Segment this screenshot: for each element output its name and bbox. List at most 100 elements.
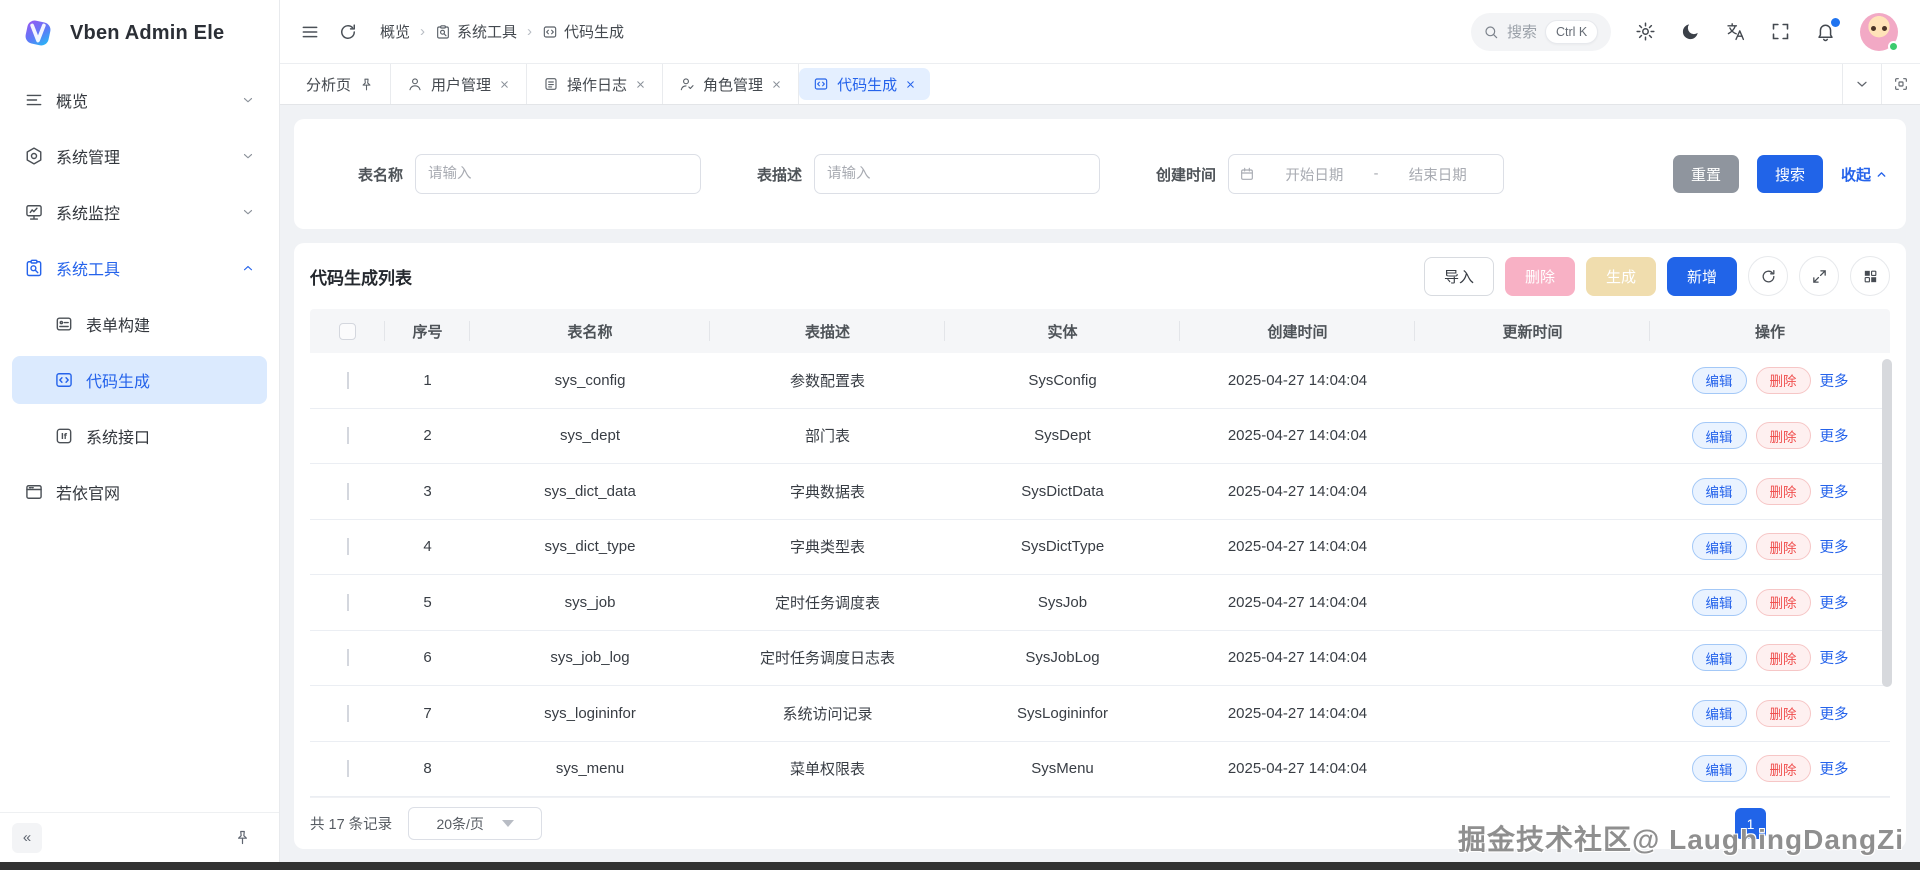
pin-icon[interactable] bbox=[359, 77, 374, 92]
table-name-input[interactable] bbox=[415, 154, 702, 194]
settings-gear-icon[interactable] bbox=[1635, 21, 1656, 42]
breadcrumb-item[interactable]: 系统工具 bbox=[435, 21, 517, 42]
row-checkbox[interactable] bbox=[346, 427, 349, 445]
table-refresh-button[interactable] bbox=[1748, 256, 1788, 296]
row-delete-button[interactable]: 删除 bbox=[1755, 699, 1811, 727]
import-button[interactable]: 导入 bbox=[1423, 256, 1494, 296]
row-edit-button[interactable]: 编辑 bbox=[1691, 699, 1747, 727]
sidebar-item[interactable]: 若依官网 bbox=[12, 468, 267, 516]
row-edit-button[interactable]: 编辑 bbox=[1691, 755, 1747, 783]
table-fullscreen-button[interactable] bbox=[1799, 256, 1839, 296]
refresh-page-icon[interactable] bbox=[338, 22, 358, 42]
row-edit-button[interactable]: 编辑 bbox=[1691, 644, 1747, 672]
row-checkbox[interactable] bbox=[346, 649, 349, 667]
breadcrumb-label: 概览 bbox=[380, 24, 411, 41]
sidebar-toggle-icon[interactable] bbox=[300, 22, 320, 42]
tab-item[interactable]: 操作日志 bbox=[527, 64, 664, 104]
cell-table-desc: 定时任务调度日志表 bbox=[759, 650, 895, 668]
sidebar-item-label: 系统接口 bbox=[86, 430, 151, 447]
cell-created: 2025-04-27 14:04:04 bbox=[1227, 649, 1368, 667]
row-edit-button[interactable]: 编辑 bbox=[1691, 588, 1747, 616]
sidebar-item[interactable]: 系统监控 bbox=[12, 188, 267, 236]
row-edit-button[interactable]: 编辑 bbox=[1691, 477, 1747, 505]
cell-table-desc: 系统访问记录 bbox=[782, 705, 873, 723]
sidebar-item[interactable]: 系统工具 bbox=[12, 244, 267, 292]
row-checkbox[interactable] bbox=[346, 760, 349, 778]
date-range-picker[interactable]: 开始日期 - 结束日期 bbox=[1228, 154, 1505, 194]
column-settings-button[interactable] bbox=[1850, 256, 1890, 296]
cell-entity: SysLogininfor bbox=[1017, 704, 1108, 722]
add-button[interactable]: 新增 bbox=[1666, 256, 1737, 296]
language-translate-icon[interactable] bbox=[1725, 21, 1746, 42]
row-more-link[interactable]: 更多 bbox=[1820, 536, 1849, 557]
row-more-link[interactable]: 更多 bbox=[1820, 647, 1849, 668]
row-more-link[interactable]: 更多 bbox=[1820, 703, 1849, 724]
row-more-link[interactable]: 更多 bbox=[1820, 370, 1849, 391]
row-delete-button[interactable]: 删除 bbox=[1755, 422, 1811, 450]
theme-moon-icon[interactable] bbox=[1680, 21, 1701, 42]
fullscreen-icon[interactable] bbox=[1770, 21, 1791, 42]
generate-button[interactable]: 生成 bbox=[1585, 256, 1656, 296]
tab-label: 操作日志 bbox=[567, 76, 628, 94]
tab-item[interactable]: 用户管理 bbox=[391, 64, 528, 104]
table-row: 8 sys_menu 菜单权限表 SysMenu 2025-04-27 14:04:04… bbox=[310, 742, 1890, 797]
row-edit-button[interactable]: 编辑 bbox=[1691, 422, 1747, 450]
page-size-select[interactable]: 20条/页 bbox=[408, 807, 543, 840]
row-more-link[interactable]: 更多 bbox=[1820, 425, 1849, 446]
cell-actions: 编辑 删除 更多 bbox=[1650, 422, 1890, 450]
row-more-link[interactable]: 更多 bbox=[1820, 592, 1849, 613]
search-button[interactable]: 搜索 bbox=[1756, 155, 1823, 193]
row-checkbox[interactable] bbox=[346, 482, 349, 500]
row-checkbox[interactable] bbox=[346, 538, 349, 556]
breadcrumb-item[interactable]: 代码生成 bbox=[542, 21, 624, 42]
sidebar-item[interactable]: 概览 bbox=[12, 76, 267, 124]
svg-text:If: If bbox=[61, 432, 68, 441]
row-checkbox[interactable] bbox=[346, 371, 349, 389]
sidebar-item[interactable]: 表单构建 bbox=[12, 300, 267, 348]
user-avatar[interactable] bbox=[1860, 12, 1899, 52]
row-delete-button[interactable]: 删除 bbox=[1755, 755, 1811, 783]
row-delete-button[interactable]: 删除 bbox=[1755, 366, 1811, 394]
tab-close-icon[interactable] bbox=[635, 79, 646, 90]
notifications-bell-icon[interactable] bbox=[1815, 18, 1840, 42]
row-more-link[interactable]: 更多 bbox=[1820, 481, 1849, 502]
global-search-input[interactable]: 搜索 Ctrl K bbox=[1471, 12, 1611, 51]
tabs-dropdown-button[interactable] bbox=[1842, 64, 1881, 104]
collapse-filter-link[interactable]: 收起 bbox=[1841, 164, 1888, 185]
row-delete-button[interactable]: 删除 bbox=[1755, 533, 1811, 561]
table-desc-input[interactable] bbox=[814, 154, 1101, 194]
logo-row[interactable]: Vben Admin Ele bbox=[0, 0, 279, 66]
sidebar-item[interactable]: 系统管理 bbox=[12, 132, 267, 180]
row-checkbox[interactable] bbox=[346, 704, 349, 722]
sidebar-item[interactable]: 代码生成 bbox=[12, 356, 267, 404]
role-icon bbox=[679, 76, 695, 92]
tab-item[interactable]: 角色管理 bbox=[663, 64, 800, 104]
tab-close-icon[interactable] bbox=[771, 79, 782, 90]
tab-close-icon[interactable] bbox=[499, 79, 510, 90]
row-delete-button[interactable]: 删除 bbox=[1755, 477, 1811, 505]
breadcrumb-item[interactable]: 概览 bbox=[380, 21, 410, 42]
row-edit-button[interactable]: 编辑 bbox=[1691, 366, 1747, 394]
cell-table-desc: 字典类型表 bbox=[789, 539, 865, 557]
sidebar-item[interactable]: If 系统接口 bbox=[12, 412, 267, 460]
sidebar-pin-button[interactable] bbox=[227, 823, 257, 853]
tab-close-icon[interactable] bbox=[905, 79, 916, 90]
header-actions: 搜索 Ctrl K bbox=[1471, 12, 1899, 52]
tab-item[interactable]: 分析页 bbox=[290, 64, 392, 104]
row-more-link[interactable]: 更多 bbox=[1820, 758, 1849, 779]
tab-active[interactable]: 代码生成 bbox=[799, 68, 931, 100]
cell-actions: 编辑 删除 更多 bbox=[1650, 699, 1890, 727]
row-delete-button[interactable]: 删除 bbox=[1755, 644, 1811, 672]
row-delete-button[interactable]: 删除 bbox=[1755, 588, 1811, 616]
reset-button[interactable]: 重置 bbox=[1672, 155, 1739, 193]
delete-button[interactable]: 删除 bbox=[1504, 256, 1575, 296]
table-scrollbar-thumb[interactable] bbox=[1882, 359, 1892, 687]
content-maximize-button[interactable] bbox=[1881, 64, 1920, 104]
row-checkbox[interactable] bbox=[346, 593, 349, 611]
sidebar-collapse-button[interactable]: « bbox=[12, 822, 42, 853]
chevron-down-icon bbox=[241, 205, 255, 219]
row-edit-button[interactable]: 编辑 bbox=[1691, 533, 1747, 561]
select-all-checkbox[interactable] bbox=[339, 322, 356, 340]
sidebar-item-label: 若依官网 bbox=[56, 486, 121, 503]
page-1-button[interactable]: 1 bbox=[1735, 808, 1766, 839]
